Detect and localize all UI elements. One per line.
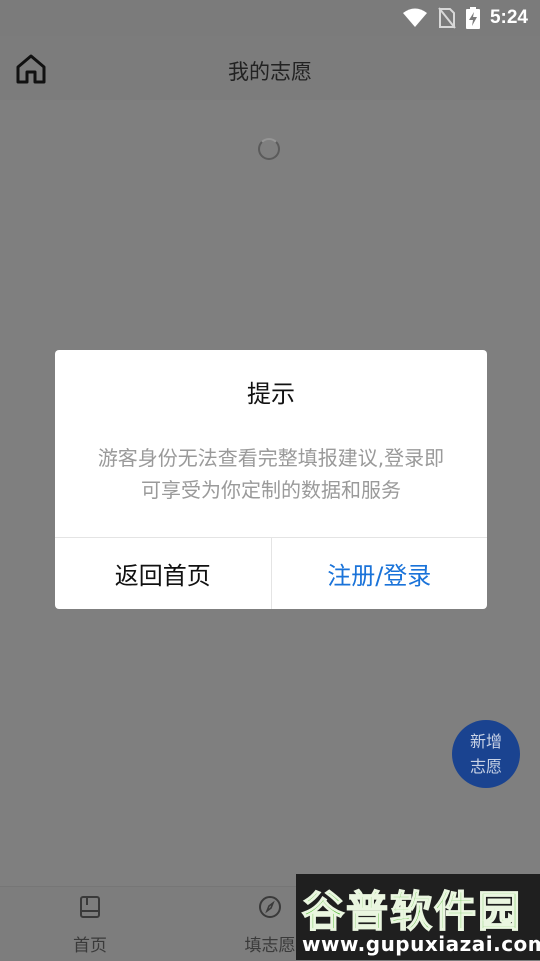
watermark-url: www.gupuxiazai.com xyxy=(302,932,540,956)
wifi-icon xyxy=(402,8,427,27)
nav-item-home[interactable]: 首页 xyxy=(0,887,180,961)
add-preference-button[interactable]: 新增 志愿 xyxy=(452,720,520,788)
status-bar: 5:24 xyxy=(0,0,540,36)
status-time: 5:24 xyxy=(489,7,528,28)
status-icons: 5:24 xyxy=(402,6,528,30)
login-prompt-dialog: 提示 游客身份无法查看完整填报建议,登录即可享受为你定制的数据和服务 返回首页 … xyxy=(55,350,487,609)
no-sim-icon xyxy=(438,7,456,29)
register-login-button[interactable]: 注册/登录 xyxy=(272,538,488,609)
compass-icon xyxy=(259,896,281,918)
add-preference-label-line2: 志愿 xyxy=(469,757,502,776)
watermark-logo: 谷普软件园 www.gupuxiazai.com xyxy=(296,874,540,960)
back-home-button[interactable]: 返回首页 xyxy=(55,538,272,609)
page-title: 我的志愿 xyxy=(228,60,312,84)
header: 我的志愿 xyxy=(0,36,540,100)
loading-spinner-icon xyxy=(258,138,280,160)
battery-charging-icon xyxy=(465,7,480,29)
nav-label-home: 首页 xyxy=(73,936,107,956)
add-preference-label-line1: 新增 xyxy=(469,732,502,751)
dialog-actions: 返回首页 注册/登录 xyxy=(55,537,487,609)
dialog-title: 提示 xyxy=(247,380,295,408)
book-icon xyxy=(80,896,100,918)
watermark-brand: 谷普软件园 xyxy=(301,886,523,937)
dialog-message: 游客身份无法查看完整填报建议,登录即可享受为你定制的数据和服务 xyxy=(97,446,445,502)
